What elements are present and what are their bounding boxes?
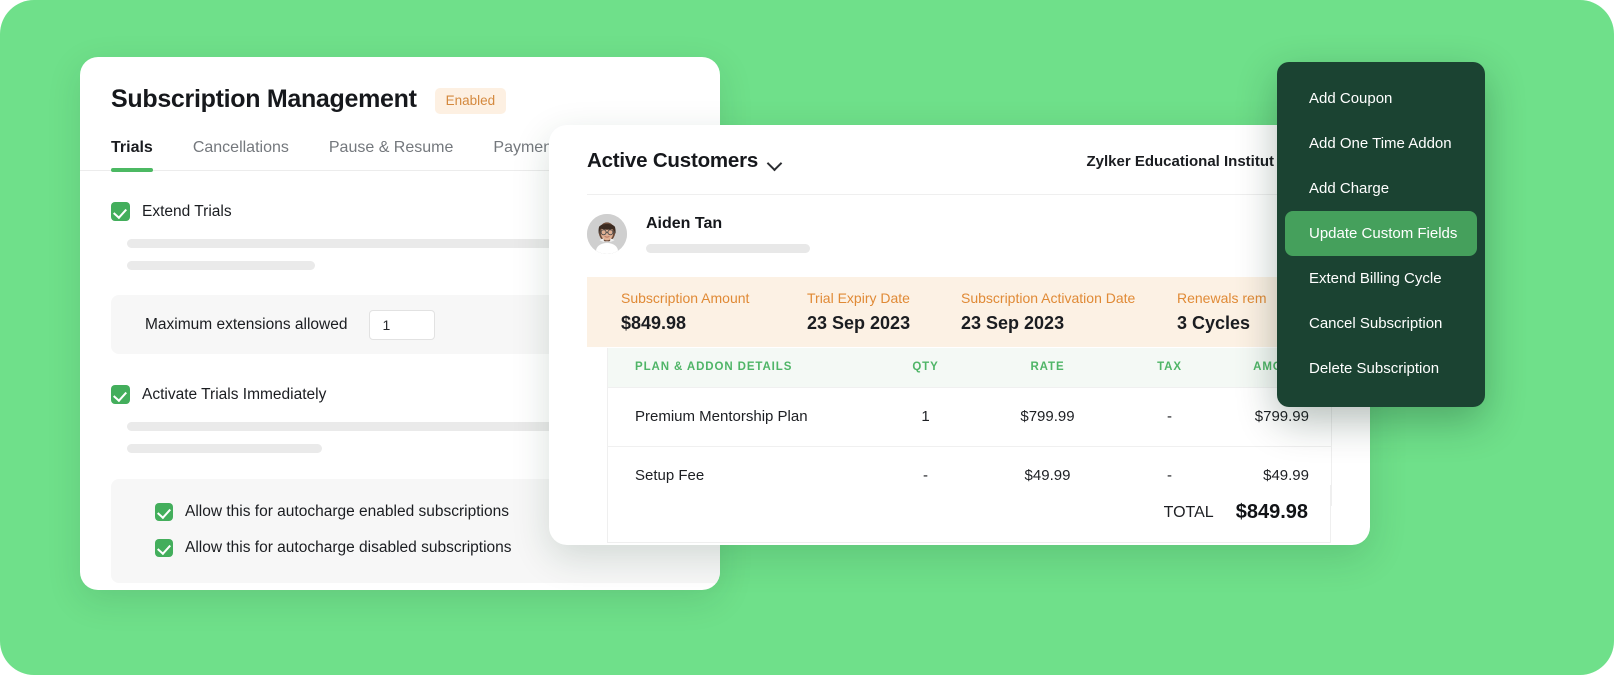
- cell-plan-name: Premium Mentorship Plan: [607, 387, 870, 447]
- summary-label: Subscription Amount: [621, 290, 750, 306]
- total-value: $849.98: [1235, 501, 1308, 523]
- tab-trials[interactable]: Trials: [111, 139, 153, 172]
- column-tax: TAX: [1113, 348, 1226, 388]
- page-title: Subscription Management: [111, 85, 417, 113]
- total-label: TOTAL: [1163, 503, 1214, 521]
- customer-card-header: Active Customers Zylker Educational Inst…: [549, 125, 1370, 173]
- summary-subscription-amount: Subscription Amount $849.98: [621, 290, 807, 334]
- autocharge-enabled-checkbox[interactable]: [155, 503, 173, 521]
- summary-trial-expiry-date: Trial Expiry Date 23 Sep 2023: [807, 290, 961, 334]
- extend-trials-label: Extend Trials: [142, 202, 232, 220]
- tab-pause-resume[interactable]: Pause & Resume: [329, 139, 454, 170]
- menu-item-add-charge[interactable]: Add Charge: [1285, 166, 1477, 211]
- app-canvas: Subscription Management Enabled Trials C…: [0, 0, 1614, 675]
- menu-item-add-one-time-addon[interactable]: Add One Time Addon: [1285, 121, 1477, 166]
- summary-value: $849.98: [621, 313, 687, 333]
- table-header-row: PLAN & ADDON DETAILS QTY RATE TAX AMOUNT: [607, 348, 1332, 388]
- chevron-down-icon[interactable]: [766, 155, 783, 171]
- tab-cancellations[interactable]: Cancellations: [193, 139, 289, 170]
- column-plan-addon-details: PLAN & ADDON DETAILS: [607, 348, 870, 388]
- column-rate: RATE: [981, 348, 1114, 388]
- placeholder-line: [127, 444, 322, 453]
- avatar: [587, 214, 627, 254]
- extend-trials-checkbox[interactable]: [111, 202, 130, 221]
- subscription-actions-menu: Add Coupon Add One Time Addon Add Charge…: [1277, 62, 1485, 407]
- summary-activation-date: Subscription Activation Date 23 Sep 2023: [961, 290, 1177, 334]
- menu-item-cancel-subscription[interactable]: Cancel Subscription: [1285, 301, 1477, 346]
- subscription-summary: Subscription Amount $849.98 Trial Expiry…: [587, 277, 1370, 347]
- menu-item-delete-subscription[interactable]: Delete Subscription: [1285, 346, 1477, 391]
- cell-tax: -: [1113, 387, 1226, 447]
- status-badge: Enabled: [434, 88, 507, 114]
- menu-item-update-custom-fields[interactable]: Update Custom Fields: [1285, 211, 1477, 256]
- settings-header: Subscription Management Enabled: [80, 57, 720, 114]
- cell-rate: $799.99: [981, 387, 1114, 447]
- summary-value: 23 Sep 2023: [961, 313, 1065, 333]
- autocharge-enabled-label: Allow this for autocharge enabled subscr…: [185, 503, 509, 520]
- customer-info: Aiden Tan: [646, 215, 810, 253]
- placeholder-line: [646, 244, 810, 253]
- activate-trials-checkbox[interactable]: [111, 385, 130, 404]
- customer-row: Aiden Tan: [549, 195, 1370, 254]
- line-items-table: PLAN & ADDON DETAILS QTY RATE TAX AMOUNT…: [607, 348, 1332, 506]
- total-row: TOTAL $849.98: [607, 485, 1331, 543]
- activate-trials-label: Activate Trials Immediately: [142, 385, 327, 403]
- table-row: Premium Mentorship Plan 1 $799.99 - $799…: [607, 387, 1332, 447]
- menu-item-add-coupon[interactable]: Add Coupon: [1285, 76, 1477, 121]
- placeholder-line: [127, 422, 612, 431]
- summary-label: Subscription Activation Date: [961, 290, 1136, 306]
- max-extensions-input[interactable]: 1: [369, 309, 436, 340]
- summary-value: 23 Sep 2023: [807, 313, 911, 333]
- autocharge-disabled-checkbox[interactable]: [155, 539, 173, 557]
- max-extensions-label: Maximum extensions allowed: [145, 315, 348, 333]
- summary-label: Trial Expiry Date: [807, 290, 910, 306]
- placeholder-line: [127, 239, 582, 248]
- placeholder-line: [127, 261, 315, 270]
- avatar-image: [587, 214, 627, 254]
- active-customers-title[interactable]: Active Customers: [587, 149, 758, 173]
- customer-name: Aiden Tan: [646, 215, 723, 232]
- menu-item-extend-billing-cycle[interactable]: Extend Billing Cycle: [1285, 256, 1477, 301]
- cell-qty: 1: [869, 387, 982, 447]
- table-head: PLAN & ADDON DETAILS QTY RATE TAX AMOUNT: [607, 348, 1332, 388]
- autocharge-disabled-label: Allow this for autocharge disabled subsc…: [185, 539, 512, 556]
- column-qty: QTY: [869, 348, 982, 388]
- organization-name: Zylker Educational Institut: [1086, 152, 1274, 170]
